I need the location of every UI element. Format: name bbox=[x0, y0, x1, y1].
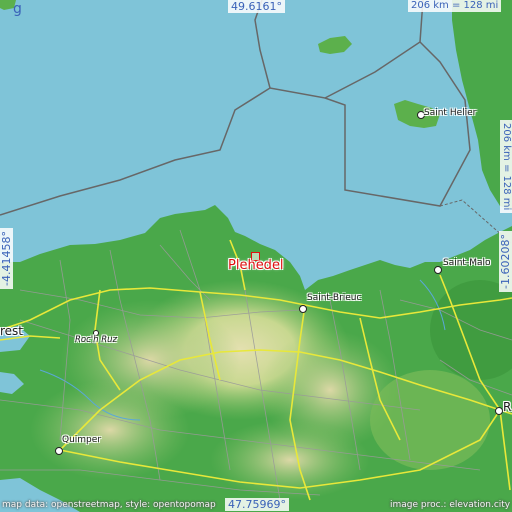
rennes-marker[interactable] bbox=[495, 407, 503, 415]
city-label-quimper[interactable]: Quimper bbox=[62, 436, 101, 445]
saint-malo-marker[interactable] bbox=[434, 266, 442, 274]
coordinate-east: -1.60208° bbox=[499, 231, 512, 292]
coordinate-north: 49.6161° bbox=[228, 0, 285, 13]
scale-top: 206 km = 128 mi bbox=[408, 0, 502, 12]
scale-side: 206 km = 128 mi bbox=[500, 120, 512, 214]
credits-left: map data: openstreetmap, style: opentopo… bbox=[2, 500, 216, 510]
city-label-rennes[interactable]: R bbox=[503, 401, 511, 413]
coordinate-west: -4.41458° bbox=[0, 228, 13, 289]
map-view[interactable]: Saint Helier Saint-Malo Saint-Brieuc res… bbox=[0, 0, 512, 512]
credits-right: image proc.: elevation.city bbox=[390, 500, 511, 510]
city-label-saint-malo[interactable]: Saint-Malo bbox=[443, 259, 491, 268]
quimper-marker[interactable] bbox=[55, 447, 63, 455]
coordinate-south: 47.75969° bbox=[225, 498, 289, 511]
city-label-roch-ruz[interactable]: Roc'h Ruz bbox=[75, 336, 117, 345]
city-label-guernsey-fragment: g bbox=[13, 1, 22, 17]
city-label-saint-helier[interactable]: Saint Helier bbox=[424, 109, 476, 118]
city-label-brest[interactable]: rest bbox=[0, 325, 23, 337]
saint-brieuc-marker[interactable] bbox=[299, 305, 307, 313]
target-place-label[interactable]: Plehedel bbox=[228, 259, 284, 272]
city-label-saint-brieuc[interactable]: Saint-Brieuc bbox=[307, 294, 361, 303]
